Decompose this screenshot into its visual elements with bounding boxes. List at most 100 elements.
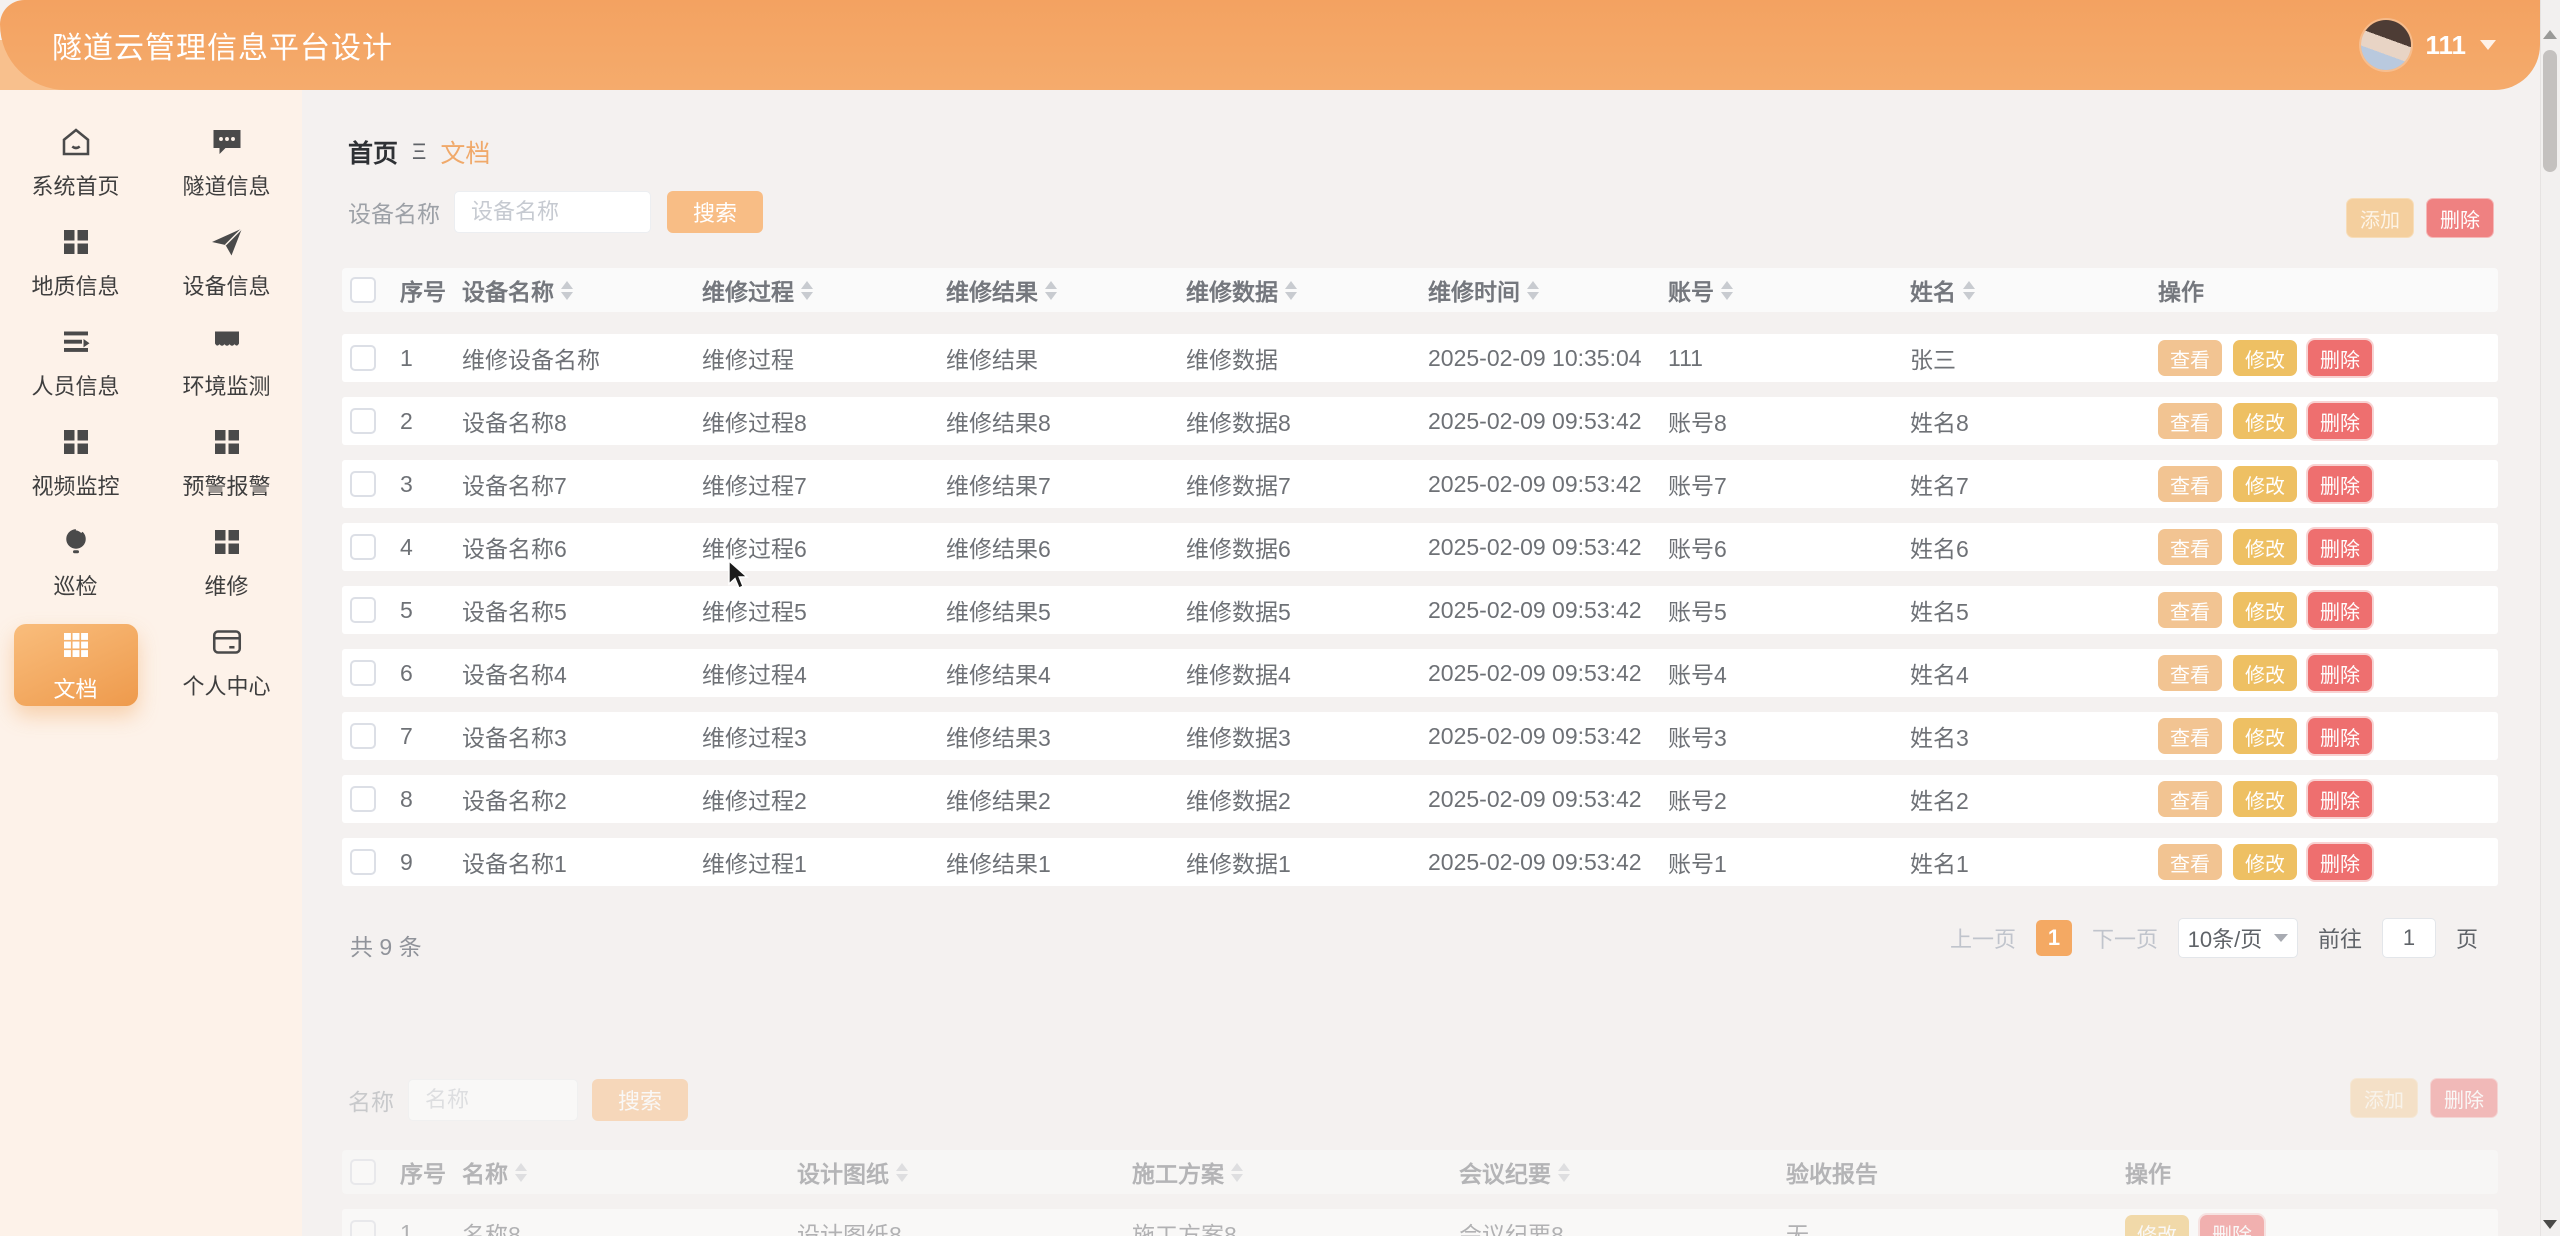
add-button[interactable]: 添加 — [2346, 198, 2414, 238]
sort-caret-icon[interactable] — [1045, 280, 1057, 300]
sort-caret-icon[interactable] — [801, 280, 813, 300]
user-menu[interactable]: 111 — [2361, 20, 2496, 70]
view-button[interactable]: 查看 — [2158, 718, 2222, 754]
delete-button[interactable]: 删除 — [2308, 781, 2372, 817]
edit-button[interactable]: 修改 — [2233, 592, 2297, 628]
edit-button[interactable]: 修改 — [2125, 1215, 2189, 1236]
sort-caret-icon[interactable] — [1721, 280, 1733, 300]
column-header[interactable]: 序号 — [400, 1155, 462, 1189]
column-header[interactable]: 施工方案 — [1132, 1155, 1459, 1189]
view-button[interactable]: 查看 — [2158, 781, 2222, 817]
row-checkbox[interactable] — [350, 849, 376, 875]
avatar[interactable] — [2361, 20, 2412, 70]
row-checkbox[interactable] — [350, 786, 376, 812]
delete-button[interactable]: 删除 — [2308, 655, 2372, 691]
row-checkbox[interactable] — [350, 534, 376, 560]
sort-caret-icon[interactable] — [1285, 280, 1297, 300]
edit-button[interactable]: 修改 — [2233, 781, 2297, 817]
column-header[interactable]: 维修数据 — [1186, 273, 1428, 307]
sidebar-item-7[interactable]: 视频监控 — [0, 424, 151, 500]
delete-button[interactable]: 删除 — [2308, 718, 2372, 754]
cell-person: 张三 — [1910, 347, 1956, 373]
goto-page-input[interactable] — [2381, 918, 2436, 958]
sidebar-item-4[interactable]: 设备信息 — [151, 224, 302, 300]
column-header[interactable]: 维修过程 — [702, 273, 946, 307]
select-all-checkbox[interactable] — [350, 277, 376, 303]
add-button[interactable]: 添加 — [2350, 1078, 2418, 1118]
column-header[interactable]: 设备名称 — [462, 273, 702, 307]
sort-caret-icon[interactable] — [561, 280, 573, 300]
search-button[interactable]: 搜索 — [592, 1079, 689, 1121]
scrollbar[interactable] — [2540, 0, 2560, 1236]
sidebar-item-8[interactable]: 预警报警 — [151, 424, 302, 500]
column-header[interactable]: 维修结果 — [946, 273, 1186, 307]
page-size-select[interactable]: 10条/页 — [2177, 918, 2298, 958]
view-button[interactable]: 查看 — [2158, 466, 2222, 502]
delete-button[interactable]: 删除 — [2308, 466, 2372, 502]
delete-button[interactable]: 删除 — [2308, 403, 2372, 439]
row-checkbox[interactable] — [350, 345, 376, 371]
sidebar-item-11[interactable]: 文档 — [13, 624, 138, 706]
delete-button[interactable]: 删除 — [2308, 844, 2372, 880]
sidebar-item-12[interactable]: 个人中心 — [151, 624, 302, 700]
edit-button[interactable]: 修改 — [2233, 844, 2297, 880]
search-input[interactable] — [454, 191, 651, 233]
column-header[interactable]: 维修时间 — [1428, 273, 1668, 307]
breadcrumb-home[interactable]: 首页 — [348, 134, 398, 170]
delete-button[interactable]: 删除 — [2430, 1078, 2498, 1118]
sort-caret-icon[interactable] — [1231, 1162, 1243, 1182]
sort-caret-icon[interactable] — [1558, 1162, 1570, 1182]
column-header[interactable]: 序号 — [400, 273, 462, 307]
column-header[interactable]: 名称 — [462, 1155, 797, 1189]
column-header[interactable]: 设计图纸 — [797, 1155, 1132, 1189]
sidebar-item-9[interactable]: 巡检 — [0, 524, 151, 600]
row-checkbox[interactable] — [350, 597, 376, 623]
row-checkbox[interactable] — [350, 1220, 376, 1236]
next-page-button[interactable]: 下一页 — [2092, 922, 2158, 954]
search-button[interactable]: 搜索 — [667, 191, 764, 233]
sidebar-item-10[interactable]: 维修 — [151, 524, 302, 600]
sort-caret-icon[interactable] — [896, 1162, 908, 1182]
row-checkbox[interactable] — [350, 471, 376, 497]
column-header[interactable]: 姓名 — [1910, 273, 2146, 307]
view-button[interactable]: 查看 — [2158, 844, 2222, 880]
sidebar-item-6[interactable]: 环境监测 — [151, 324, 302, 400]
sort-caret-icon[interactable] — [1527, 280, 1539, 300]
column-header[interactable]: 会议纪要 — [1459, 1155, 1786, 1189]
select-all-checkbox[interactable] — [350, 1159, 376, 1185]
edit-button[interactable]: 修改 — [2233, 718, 2297, 754]
delete-button[interactable]: 删除 — [2426, 198, 2494, 238]
column-header[interactable]: 账号 — [1668, 273, 1910, 307]
view-button[interactable]: 查看 — [2158, 403, 2222, 439]
row-checkbox[interactable] — [350, 723, 376, 749]
sort-caret-icon[interactable] — [515, 1162, 527, 1182]
scroll-up-icon[interactable] — [2543, 30, 2557, 39]
edit-button[interactable]: 修改 — [2233, 655, 2297, 691]
view-button[interactable]: 查看 — [2158, 529, 2222, 565]
delete-button[interactable]: 删除 — [2200, 1215, 2264, 1236]
view-button[interactable]: 查看 — [2158, 655, 2222, 691]
row-checkbox[interactable] — [350, 660, 376, 686]
sidebar-item-1[interactable]: 系统首页 — [0, 124, 151, 200]
page-number-active[interactable]: 1 — [2035, 920, 2072, 956]
edit-button[interactable]: 修改 — [2233, 466, 2297, 502]
view-button[interactable]: 查看 — [2158, 592, 2222, 628]
sort-caret-icon[interactable] — [1963, 280, 1975, 300]
delete-button[interactable]: 删除 — [2308, 340, 2372, 376]
prev-page-button[interactable]: 上一页 — [1950, 922, 2016, 954]
sidebar-item-5[interactable]: 人员信息 — [0, 324, 151, 400]
edit-button[interactable]: 修改 — [2233, 403, 2297, 439]
scrollbar-thumb[interactable] — [2543, 50, 2557, 172]
edit-button[interactable]: 修改 — [2233, 340, 2297, 376]
maintenance-table: 序号 设备名称 维修过程 维修结果 维修数据 维修时间 账号 姓名 操作 1 维… — [342, 268, 2498, 886]
sidebar-item-3[interactable]: 地质信息 — [0, 224, 151, 300]
delete-button[interactable]: 删除 — [2308, 592, 2372, 628]
edit-button[interactable]: 修改 — [2233, 529, 2297, 565]
sidebar-item-2[interactable]: 隧道信息 — [151, 124, 302, 200]
view-button[interactable]: 查看 — [2158, 340, 2222, 376]
search-input[interactable] — [408, 1079, 578, 1121]
scroll-down-icon[interactable] — [2543, 1220, 2557, 1229]
column-header: 验收报告 — [1786, 1161, 1878, 1187]
row-checkbox[interactable] — [350, 408, 376, 434]
delete-button[interactable]: 删除 — [2308, 529, 2372, 565]
